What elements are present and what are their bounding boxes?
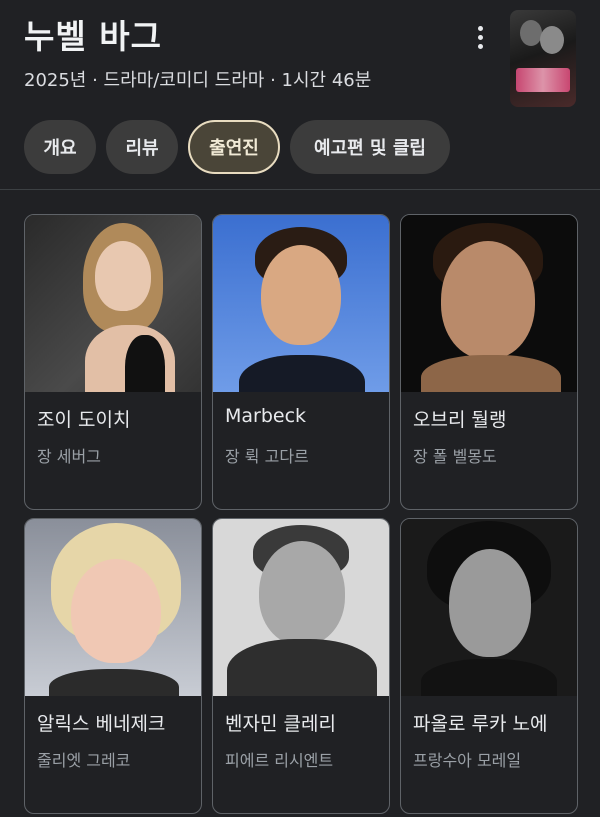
cast-name: 알릭스 베네제크 [37, 713, 166, 735]
cast-role: 장 폴 벨몽도 [413, 447, 497, 466]
tab-reviews[interactable]: 리뷰 [106, 120, 178, 174]
tab-cast[interactable]: 출연진 [188, 120, 280, 174]
cast-photo [25, 519, 201, 696]
cast-photo [401, 519, 577, 696]
cast-role: 프랑수아 모레일 [413, 751, 522, 770]
tab-overview[interactable]: 개요 [24, 120, 96, 174]
knowledge-panel-header: 누벨 바그 2025년 · 드라마/코미디 드라마 · 1시간 46분 개요 리… [0, 0, 600, 190]
cast-photo [213, 519, 389, 696]
cast-card[interactable]: 알릭스 베네제크 줄리엣 그레코 [24, 518, 202, 814]
cast-card[interactable]: 벤자민 클레리 피에르 리시엔트 [212, 518, 390, 814]
cast-card[interactable]: Marbeck 장 뤽 고다르 [212, 214, 390, 510]
cast-name: 벤자민 클레리 [225, 713, 336, 735]
cast-card[interactable]: 파올로 루카 노에 프랑수아 모레일 [400, 518, 578, 814]
cast-name: Marbeck [225, 405, 307, 427]
tab-bar: 개요 리뷰 출연진 예고편 및 클립 [24, 120, 450, 174]
cast-name: 조이 도이치 [37, 409, 131, 431]
divider [0, 189, 600, 190]
more-vert-icon[interactable] [470, 22, 490, 52]
cast-name: 오브리 둴랭 [413, 409, 507, 431]
cast-photo [401, 215, 577, 392]
cast-card[interactable]: 조이 도이치 장 세버그 [24, 214, 202, 510]
movie-meta: 2025년 · 드라마/코미디 드라마 · 1시간 46분 [24, 70, 372, 91]
cast-name: 파올로 루카 노에 [413, 713, 548, 735]
cast-role: 장 세버그 [37, 447, 101, 466]
cast-card[interactable]: 오브리 둴랭 장 폴 벨몽도 [400, 214, 578, 510]
tab-trailers-clips[interactable]: 예고편 및 클립 [290, 120, 450, 174]
cast-role: 피에르 리시엔트 [225, 751, 334, 770]
page-title: 누벨 바그 [24, 17, 162, 56]
cast-role: 줄리엣 그레코 [37, 751, 131, 770]
movie-poster[interactable] [510, 10, 576, 107]
cast-photo [25, 215, 201, 392]
cast-role: 장 뤽 고다르 [225, 447, 309, 466]
cast-photo [213, 215, 389, 392]
